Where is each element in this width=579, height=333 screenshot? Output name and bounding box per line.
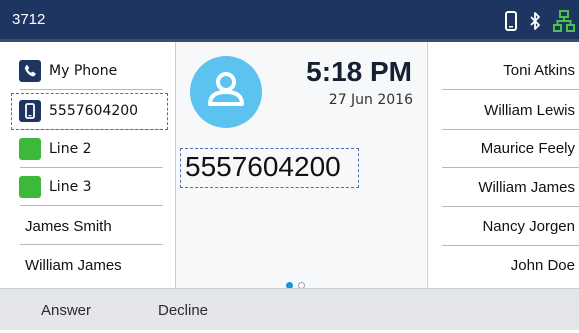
right-key-nancy-jorgen[interactable]: Nancy Jorgen <box>428 208 579 246</box>
divider <box>20 89 163 90</box>
right-key-label: William James <box>478 179 575 196</box>
status-icons <box>505 9 575 33</box>
right-key-label: Nancy Jorgen <box>482 218 575 235</box>
divider <box>442 206 579 207</box>
divider <box>442 245 579 246</box>
left-key-label: Line 2 <box>49 141 92 157</box>
status-bar: 3712 <box>0 0 579 42</box>
right-key-label: Toni Atkins <box>503 62 575 79</box>
softkey-bar: Answer Decline <box>0 288 579 330</box>
divider <box>20 205 163 206</box>
clock-time: 5:18 PM <box>306 56 412 87</box>
decline-button[interactable]: Decline <box>158 289 208 330</box>
right-key-william-james[interactable]: William James <box>428 169 579 207</box>
right-key-william-lewis[interactable]: William Lewis <box>428 92 579 130</box>
left-key-label: William James <box>25 256 122 274</box>
phone-handset-icon <box>19 60 41 82</box>
right-key-john-doe[interactable]: John Doe <box>428 247 579 285</box>
left-key-label: Line 3 <box>49 179 92 195</box>
left-key-label: My Phone <box>49 63 118 79</box>
focus-highlight <box>11 93 168 130</box>
left-key-my-phone[interactable]: My Phone <box>14 52 163 90</box>
left-key-line-2[interactable]: Line 2 <box>14 130 163 168</box>
contact-avatar <box>190 56 262 128</box>
network-icon <box>553 10 575 32</box>
right-key-toni-atkins[interactable]: Toni Atkins <box>428 52 579 90</box>
clock-date: 27 Jun 2016 <box>328 92 413 108</box>
divider <box>442 167 579 168</box>
right-key-maurice-feely[interactable]: Maurice Feely <box>428 130 579 168</box>
right-key-column: Toni Atkins William Lewis Maurice Feely … <box>428 42 579 288</box>
divider <box>20 244 163 245</box>
left-key-column: My Phone 5557604200 Line 2 Line 3 James … <box>0 42 175 288</box>
person-icon <box>208 72 244 106</box>
left-key-james-smith[interactable]: James Smith <box>14 207 163 245</box>
bluetooth-icon <box>530 12 540 30</box>
right-key-label: William Lewis <box>484 102 575 119</box>
left-key-line-3[interactable]: Line 3 <box>14 168 163 206</box>
extension-number: 3712 <box>12 11 46 28</box>
divider <box>442 89 579 90</box>
phone-icon <box>505 11 517 31</box>
left-key-label: James Smith <box>25 217 112 235</box>
line-status-icon <box>19 176 41 198</box>
right-key-label: John Doe <box>510 257 575 274</box>
call-panel: 5:18 PM 27 Jun 2016 5557604200 <box>176 42 426 289</box>
right-key-label: Maurice Feely <box>480 140 575 157</box>
left-key-william-james[interactable]: William James <box>14 246 163 284</box>
line-status-icon <box>19 138 41 160</box>
answer-button[interactable]: Answer <box>41 289 91 330</box>
caller-number: 5557604200 <box>180 148 359 188</box>
